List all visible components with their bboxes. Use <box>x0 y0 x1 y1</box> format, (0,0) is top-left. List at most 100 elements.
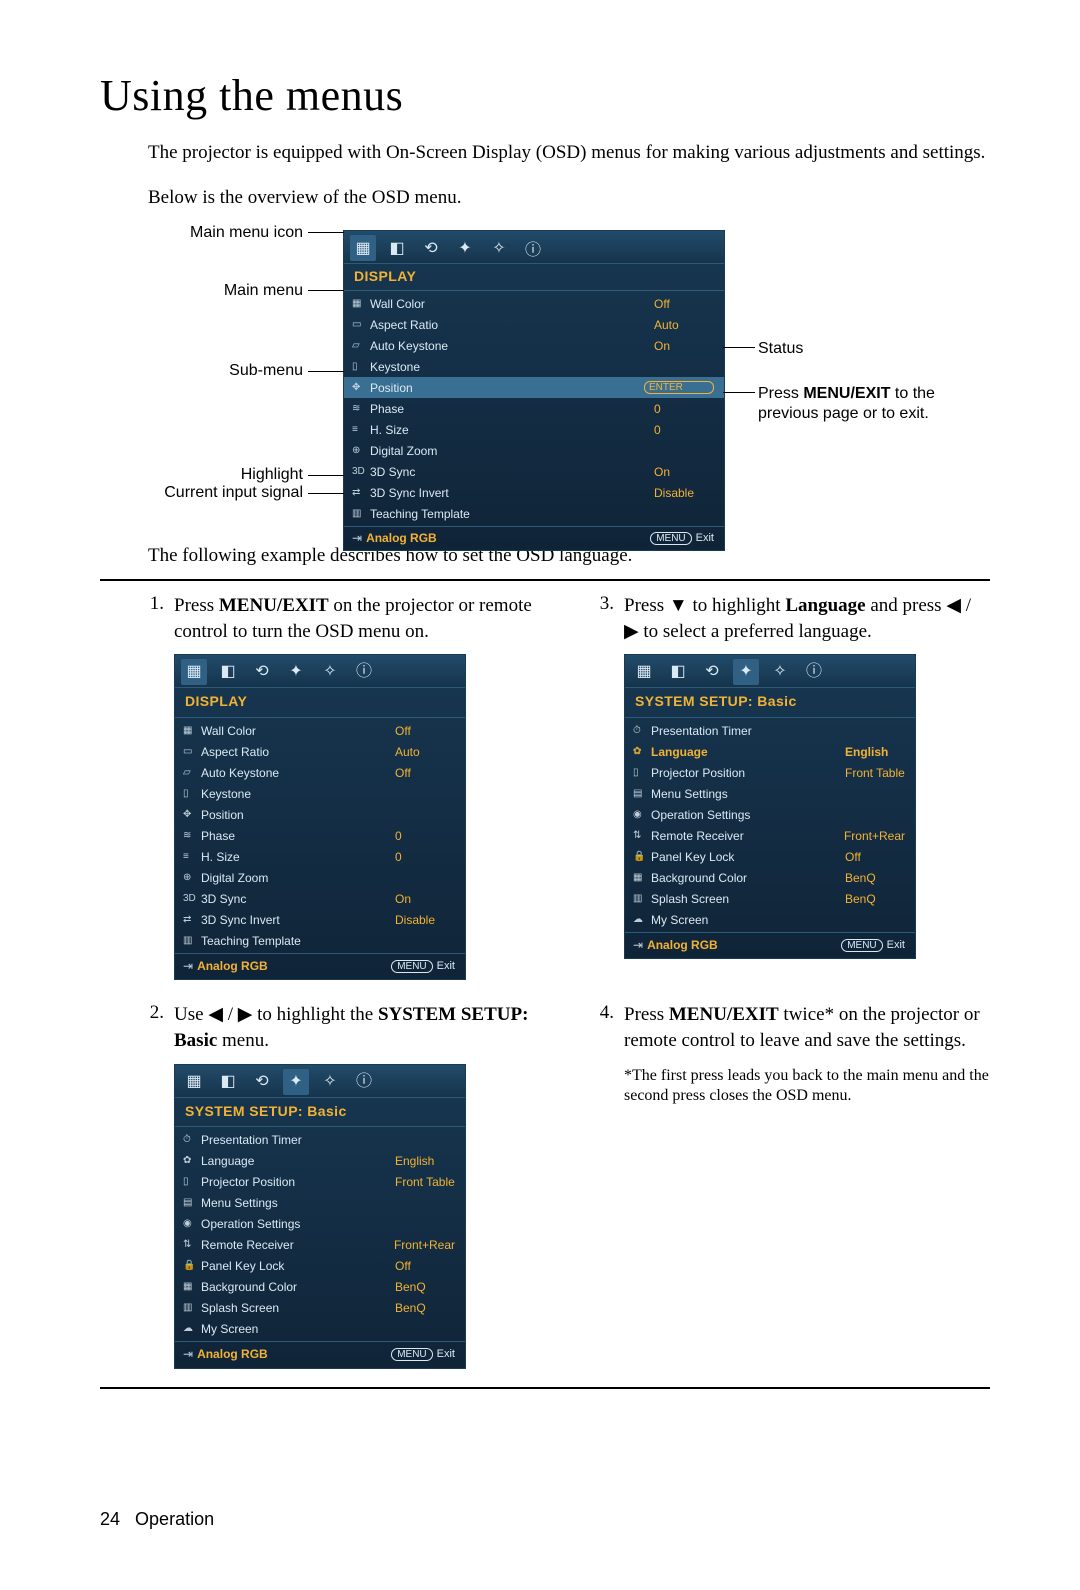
osd-row[interactable]: ⇄3D Sync InvertDisable <box>175 909 465 930</box>
row-icon: ⊕ <box>352 445 370 456</box>
tab-source-icon[interactable]: ⟲ <box>418 235 444 261</box>
row-label: Position <box>201 807 395 823</box>
osd-title: DISPLAY <box>344 264 724 291</box>
osd-row[interactable]: ▦Wall ColorOff <box>175 720 465 741</box>
osd-row[interactable]: ✥PositionENTER <box>344 377 724 398</box>
osd-row[interactable]: ⏱Presentation Timer <box>175 1129 465 1150</box>
osd-row[interactable]: ☁My Screen <box>175 1318 465 1339</box>
osd-row[interactable]: ✥Position <box>175 804 465 825</box>
osd-row[interactable]: ⇄3D Sync InvertDisable <box>344 482 724 503</box>
osd-row[interactable]: ▱Auto KeystoneOn <box>344 335 724 356</box>
row-label: Remote Receiver <box>201 1237 394 1253</box>
osd-row[interactable]: ≋Phase0 <box>344 398 724 419</box>
osd-row[interactable]: ▯Projector PositionFront Table <box>175 1171 465 1192</box>
row-icon: ▥ <box>633 892 651 906</box>
row-label: Teaching Template <box>201 933 395 949</box>
tab-picture-icon[interactable]: ◧ <box>665 659 691 685</box>
osd-row[interactable]: ▭Aspect RatioAuto <box>344 314 724 335</box>
row-icon: ⇅ <box>183 1238 201 1252</box>
osd-row[interactable]: ▯Keystone <box>344 356 724 377</box>
osd-row[interactable]: ▯Projector PositionFront Table <box>625 762 915 783</box>
row-value: Off <box>395 1258 455 1274</box>
row-label: Menu Settings <box>651 786 845 802</box>
osd-row[interactable]: ▥Teaching Template <box>175 930 465 951</box>
row-label: 3D Sync <box>370 465 654 479</box>
tab-display-icon[interactable]: ▦ <box>181 1069 207 1095</box>
osd-row[interactable]: ▯Keystone <box>175 783 465 804</box>
row-value: Off <box>654 297 714 311</box>
osd-row[interactable]: ▦Background ColorBenQ <box>625 867 915 888</box>
label-current-input: Current input signal <box>118 484 303 502</box>
intro-text: The projector is equipped with On-Screen… <box>148 140 990 166</box>
osd-row[interactable]: ▥Splash ScreenBenQ <box>175 1297 465 1318</box>
row-label: Keystone <box>201 786 395 802</box>
osd-row[interactable]: ⇅Remote ReceiverFront+Rear <box>625 825 915 846</box>
step-num-2: 2. <box>130 1002 164 1368</box>
row-icon: ▥ <box>183 934 201 948</box>
osd-row[interactable]: 3D3D SyncOn <box>344 461 724 482</box>
osd-row[interactable]: ▭Aspect RatioAuto <box>175 741 465 762</box>
osd-exit[interactable]: MENUExit <box>650 532 714 544</box>
tab-picture-icon[interactable]: ◧ <box>384 235 410 261</box>
tab-info-icon[interactable]: ⓘ <box>520 235 546 261</box>
tab-display-icon[interactable]: ▦ <box>181 659 207 685</box>
row-value: Front Table <box>845 765 905 781</box>
osd-row[interactable]: ▦Wall ColorOff <box>344 293 724 314</box>
osd-row[interactable]: ≡H. Size0 <box>175 846 465 867</box>
osd-row[interactable]: ☁My Screen <box>625 909 915 930</box>
osd-row[interactable]: ⇅Remote ReceiverFront+Rear <box>175 1234 465 1255</box>
osd-main: ▦ ◧ ⟲ ✦ ✧ ⓘ DISPLAY ▦Wall ColorOff▭Aspec… <box>343 230 725 551</box>
osd-rows: ▦Wall ColorOff▭Aspect RatioAuto▱Auto Key… <box>344 291 724 526</box>
row-icon: ▦ <box>183 1280 201 1294</box>
tab-picture-icon[interactable]: ◧ <box>215 659 241 685</box>
osd-row[interactable]: 🔒Panel Key LockOff <box>625 846 915 867</box>
osd-row[interactable]: ▤Menu Settings <box>175 1192 465 1213</box>
row-icon: ◉ <box>183 1217 201 1231</box>
osd-row[interactable]: ▦Background ColorBenQ <box>175 1276 465 1297</box>
tab-source-icon[interactable]: ⟲ <box>249 1069 275 1095</box>
osd-row[interactable]: ▥Teaching Template <box>344 503 724 524</box>
tab-setup2-icon[interactable]: ✧ <box>317 1069 343 1095</box>
osd-row[interactable]: ≋Phase0 <box>175 825 465 846</box>
osd-row[interactable]: ▤Menu Settings <box>625 783 915 804</box>
tab-setup1-icon[interactable]: ✦ <box>283 659 309 685</box>
osd-row[interactable]: ◉Operation Settings <box>625 804 915 825</box>
tab-display-icon[interactable]: ▦ <box>350 235 376 261</box>
osd-row[interactable]: ⏱Presentation Timer <box>625 720 915 741</box>
row-icon: 3D <box>352 466 370 477</box>
osd-row[interactable]: 3D3D SyncOn <box>175 888 465 909</box>
tab-display-icon[interactable]: ▦ <box>631 659 657 685</box>
row-label: Presentation Timer <box>651 723 845 739</box>
osd-row[interactable]: ≡H. Size0 <box>344 419 724 440</box>
osd-tabs: ▦ ◧ ⟲ ✦ ✧ ⓘ <box>344 231 724 264</box>
tab-setup1-icon[interactable]: ✦ <box>452 235 478 261</box>
osd-row[interactable]: ◉Operation Settings <box>175 1213 465 1234</box>
tab-picture-icon[interactable]: ◧ <box>215 1069 241 1095</box>
tab-setup2-icon[interactable]: ✧ <box>767 659 793 685</box>
row-label: Digital Zoom <box>201 870 395 886</box>
tab-source-icon[interactable]: ⟲ <box>699 659 725 685</box>
osd-row[interactable]: ⊕Digital Zoom <box>175 867 465 888</box>
osd-row[interactable]: ✿LanguageEnglish <box>175 1150 465 1171</box>
row-icon: ▯ <box>633 766 651 780</box>
tab-source-icon[interactable]: ⟲ <box>249 659 275 685</box>
osd-row[interactable]: ▥Splash ScreenBenQ <box>625 888 915 909</box>
row-icon: ⇄ <box>352 487 370 498</box>
tab-setup1-icon[interactable]: ✦ <box>733 659 759 685</box>
osd-row[interactable]: ✿LanguageEnglish <box>625 741 915 762</box>
osd-row[interactable]: ⊕Digital Zoom <box>344 440 724 461</box>
tab-setup1-icon[interactable]: ✦ <box>283 1069 309 1095</box>
row-label: Auto Keystone <box>370 339 654 353</box>
tab-setup2-icon[interactable]: ✧ <box>486 235 512 261</box>
osd-row[interactable]: ▱Auto KeystoneOff <box>175 762 465 783</box>
label-sub-menu: Sub-menu <box>118 362 303 380</box>
tab-info-icon[interactable]: ⓘ <box>801 659 827 685</box>
overview-text: Below is the overview of the OSD menu. <box>148 185 990 211</box>
tab-info-icon[interactable]: ⓘ <box>351 1069 377 1095</box>
row-icon: ▦ <box>183 724 201 738</box>
row-icon: ▱ <box>352 340 370 351</box>
tab-setup2-icon[interactable]: ✧ <box>317 659 343 685</box>
tab-info-icon[interactable]: ⓘ <box>351 659 377 685</box>
row-icon: 3D <box>183 892 201 906</box>
osd-row[interactable]: 🔒Panel Key LockOff <box>175 1255 465 1276</box>
